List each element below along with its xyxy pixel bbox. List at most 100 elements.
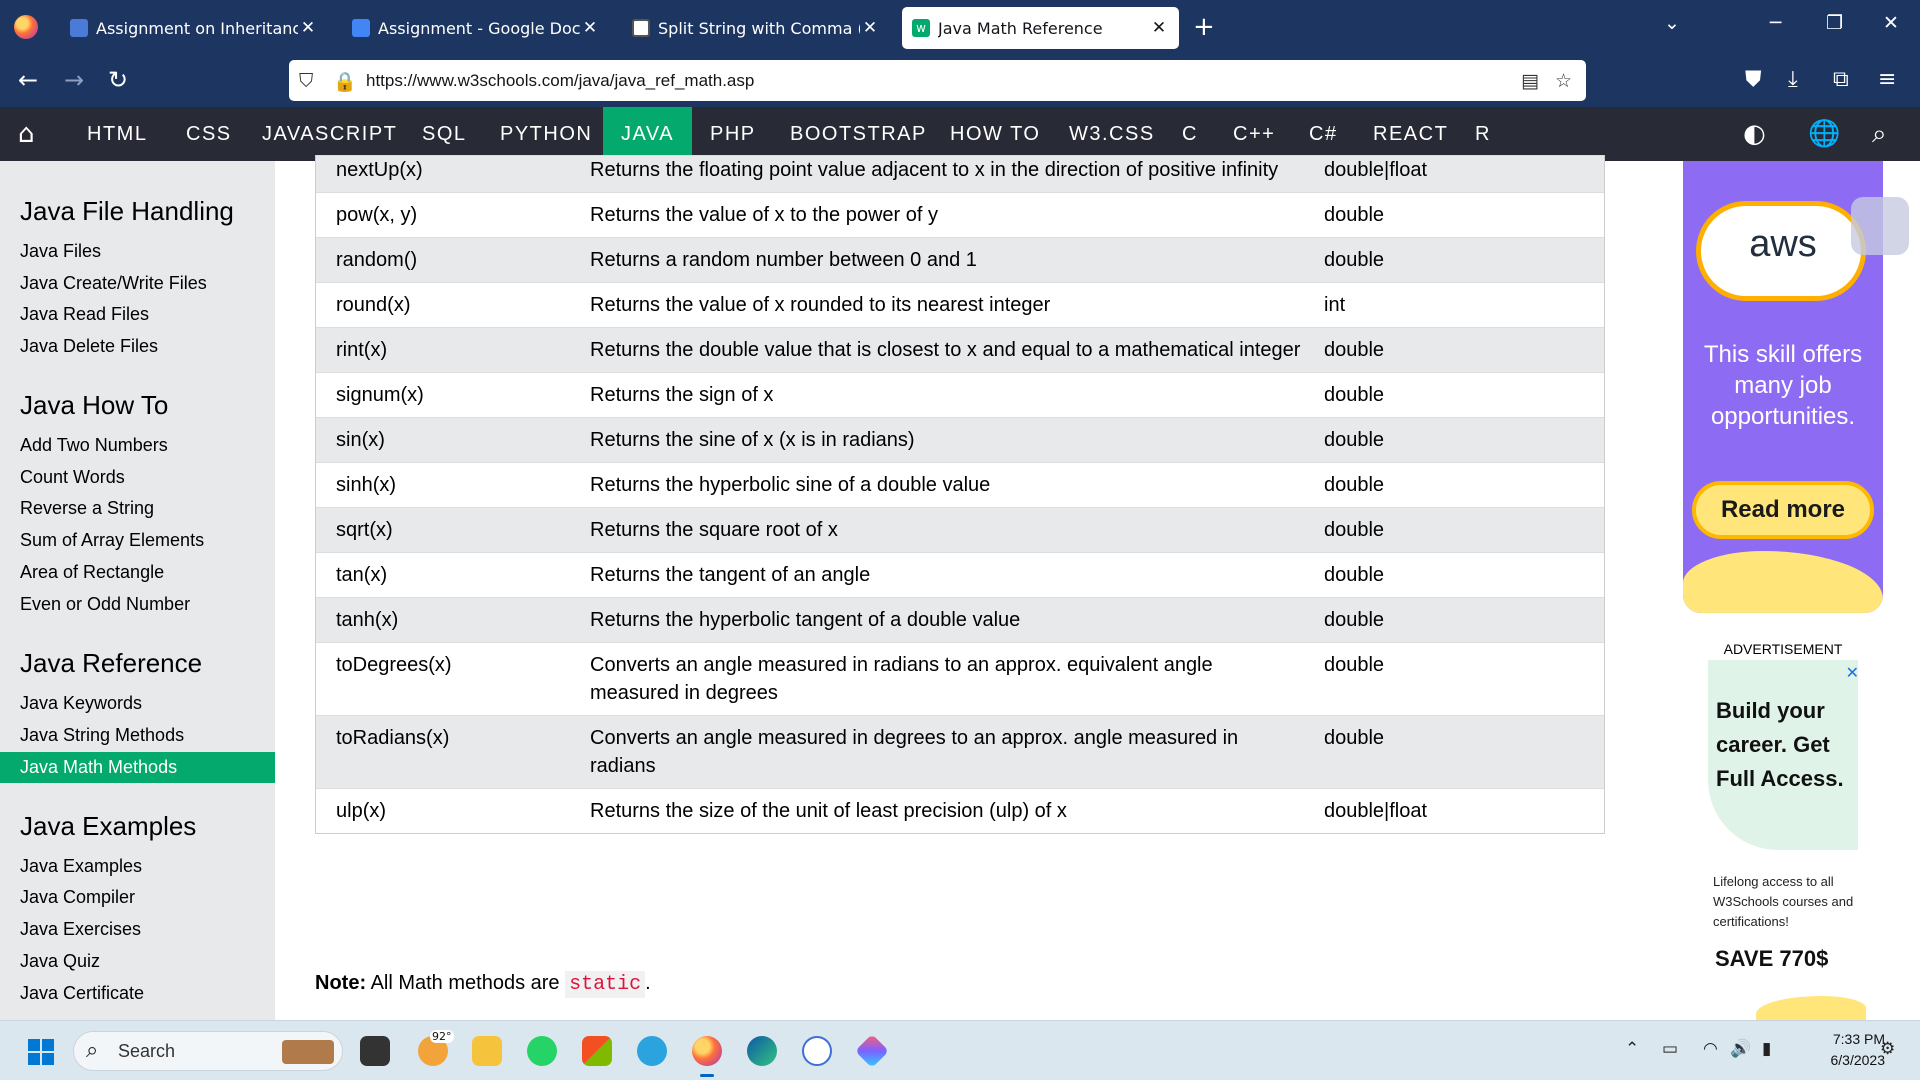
sidebar-item[interactable]: Java Delete Files bbox=[0, 331, 275, 362]
chevron-up-icon[interactable]: ⌃ bbox=[1625, 1039, 1639, 1059]
window-close-icon[interactable]: ✕ bbox=[1883, 12, 1899, 34]
task-view-icon[interactable] bbox=[360, 1036, 390, 1066]
globe-icon[interactable]: 🌐 bbox=[1808, 119, 1840, 149]
nav-sql[interactable]: SQL bbox=[404, 107, 485, 161]
nav-react[interactable]: REACT bbox=[1355, 107, 1466, 161]
sidebar-item[interactable]: Java Keywords bbox=[0, 688, 275, 719]
wifi-icon[interactable]: ◠ bbox=[1703, 1039, 1718, 1059]
lock-icon[interactable]: 🔒 bbox=[333, 70, 357, 93]
reader-view-icon[interactable]: ▤ bbox=[1521, 70, 1539, 92]
sidebar-item-active[interactable]: Java Math Methods bbox=[0, 752, 275, 783]
sidebar-item[interactable]: Java Files bbox=[0, 236, 275, 267]
sidebar-item[interactable]: Java Certificate bbox=[0, 978, 275, 1009]
volume-icon[interactable]: 🔊 bbox=[1730, 1039, 1751, 1059]
address-bar[interactable]: ⛉ 🔒 https://www.w3schools.com/java/java_… bbox=[289, 60, 1586, 101]
return-type-cell: double bbox=[1324, 249, 1385, 271]
nav-howto[interactable]: HOW TO bbox=[932, 107, 1058, 161]
nav-bootstrap[interactable]: BOOTSTRAP bbox=[772, 107, 945, 161]
monitor-icon[interactable]: ▭ bbox=[1662, 1039, 1678, 1059]
w3-access-ad[interactable]: ✕ Build your career. Get Full Access. Li… bbox=[1706, 660, 1866, 1026]
sidebar-item[interactable]: Java Compiler bbox=[0, 882, 275, 913]
taskbar-search[interactable]: ⌕ Search bbox=[73, 1031, 343, 1071]
download-icon[interactable]: ⤓ bbox=[1788, 67, 1798, 92]
notification-icon[interactable]: ⚙ bbox=[1880, 1039, 1895, 1059]
telegram-icon[interactable] bbox=[637, 1036, 667, 1066]
store-icon[interactable] bbox=[582, 1036, 612, 1066]
sidebar-item[interactable]: Java Create/Write Files bbox=[0, 268, 275, 299]
note-end: . bbox=[645, 972, 651, 994]
sidebar-item[interactable]: Even or Odd Number bbox=[0, 589, 275, 620]
nav-c[interactable]: C bbox=[1164, 107, 1216, 161]
home-icon[interactable]: ⌂ bbox=[18, 119, 35, 149]
nav-cpp[interactable]: C++ bbox=[1215, 107, 1293, 161]
close-icon[interactable]: ✕ bbox=[580, 18, 600, 38]
sidebar-item[interactable]: Java Quiz bbox=[0, 946, 275, 977]
edge-icon[interactable] bbox=[747, 1036, 777, 1066]
nav-csharp[interactable]: C# bbox=[1291, 107, 1356, 161]
bookmark-star-icon[interactable]: ☆ bbox=[1555, 70, 1572, 92]
close-icon[interactable]: ✕ bbox=[1149, 18, 1169, 38]
shield-icon[interactable]: ⛉ bbox=[299, 70, 313, 92]
app-icon[interactable] bbox=[802, 1036, 832, 1066]
url-text[interactable]: https://www.w3schools.com/java/java_ref_… bbox=[366, 71, 754, 91]
search-highlight-icon bbox=[282, 1040, 334, 1064]
nav-javascript[interactable]: JAVASCRIPT bbox=[244, 107, 415, 161]
sidebar-item[interactable]: Reverse a String bbox=[0, 493, 275, 524]
firefox-taskbar-icon[interactable] bbox=[692, 1036, 722, 1077]
whatsapp-icon[interactable] bbox=[527, 1036, 557, 1066]
sidebar-item[interactable]: Java String Methods bbox=[0, 720, 275, 751]
description-cell: Returns a random number between 0 and 1 bbox=[590, 249, 977, 271]
nav-r[interactable]: R bbox=[1457, 107, 1509, 161]
file-explorer-icon[interactable] bbox=[472, 1036, 502, 1066]
minimize-icon[interactable]: ─ bbox=[1770, 12, 1781, 34]
nav-java[interactable]: JAVA bbox=[603, 107, 693, 161]
nav-css[interactable]: CSS bbox=[168, 107, 250, 161]
nav-python[interactable]: PYTHON bbox=[482, 107, 610, 161]
sidebar-item[interactable]: Count Words bbox=[0, 462, 275, 493]
close-icon[interactable]: ✕ bbox=[298, 18, 318, 38]
reload-icon[interactable]: ↻ bbox=[108, 66, 128, 94]
forward-icon[interactable]: → bbox=[64, 66, 84, 94]
weather-icon[interactable]: 92° bbox=[418, 1030, 454, 1066]
tab-java-math[interactable]: w Java Math Reference ✕ bbox=[902, 7, 1179, 49]
close-icon[interactable]: ✕ bbox=[860, 18, 880, 38]
table-row: sinh(x) Returns the hyperbolic sine of a… bbox=[316, 462, 1604, 507]
table-row: ulp(x) Returns the size of the unit of l… bbox=[316, 788, 1604, 833]
description-cell: Returns the size of the unit of least pr… bbox=[590, 800, 1067, 822]
menu-icon[interactable]: ≡ bbox=[1878, 67, 1896, 92]
read-more-button[interactable]: Read more bbox=[1692, 481, 1874, 539]
nav-php[interactable]: PHP bbox=[692, 107, 774, 161]
list-tabs-icon[interactable]: ⌄ bbox=[1664, 12, 1680, 34]
extensions-icon[interactable]: ⧉ bbox=[1833, 67, 1849, 92]
close-ad-icon[interactable]: ✕ bbox=[1846, 663, 1859, 682]
battery-icon[interactable]: ▮ bbox=[1762, 1039, 1771, 1059]
sidebar-heading: Java Examples bbox=[20, 811, 197, 841]
description-cell: Returns the hyperbolic sine of a double … bbox=[590, 474, 991, 496]
tab-split-string[interactable]: Split String with Comma ( ) in Ja ✕ bbox=[622, 7, 890, 49]
note-label: Note: bbox=[315, 972, 367, 994]
restore-icon[interactable]: ❐ bbox=[1826, 12, 1843, 34]
firefox-icon[interactable] bbox=[14, 15, 38, 39]
return-type-cell: double bbox=[1324, 204, 1385, 226]
method-cell: sin(x) bbox=[336, 429, 385, 451]
sidebar-item[interactable]: Sum of Array Elements bbox=[0, 525, 275, 556]
windows-start-icon[interactable] bbox=[28, 1039, 54, 1065]
nav-html[interactable]: HTML bbox=[69, 107, 165, 161]
sidebar-item[interactable]: Java Exercises bbox=[0, 914, 275, 945]
app-icon[interactable] bbox=[855, 1034, 889, 1068]
new-tab-button[interactable]: + bbox=[1193, 12, 1215, 42]
floating-action-icon[interactable] bbox=[1851, 197, 1909, 255]
dark-mode-icon[interactable]: ◐ bbox=[1743, 119, 1766, 149]
nav-w3css[interactable]: W3.CSS bbox=[1051, 107, 1173, 161]
back-icon[interactable]: ← bbox=[18, 66, 38, 94]
return-type-cell: double|float bbox=[1324, 800, 1428, 822]
clock[interactable]: 7:33 PM 6/3/2023 bbox=[1795, 1029, 1886, 1071]
sidebar-item[interactable]: Area of Rectangle bbox=[0, 557, 275, 588]
tab-inheritance[interactable]: Assignment on Inheritance, Strin ✕ bbox=[60, 7, 328, 49]
search-icon[interactable]: ⌕ bbox=[1872, 119, 1887, 150]
sidebar-item[interactable]: Java Read Files bbox=[0, 299, 275, 330]
pocket-icon[interactable]: ⛊ bbox=[1745, 67, 1762, 92]
sidebar-item[interactable]: Java Examples bbox=[0, 851, 275, 882]
tab-google-docs[interactable]: Assignment - Google Docs ✕ bbox=[342, 7, 610, 49]
sidebar-item[interactable]: Add Two Numbers bbox=[0, 430, 275, 461]
